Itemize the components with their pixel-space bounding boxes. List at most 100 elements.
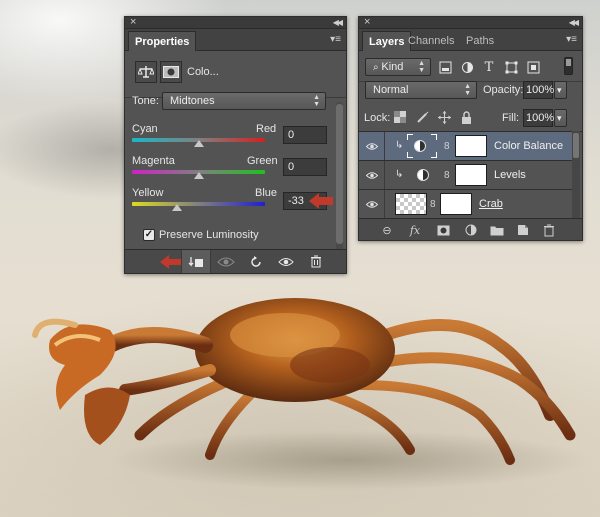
adjustment-title: Colo... <box>187 66 219 78</box>
add-mask-icon <box>437 225 449 235</box>
reset-button[interactable] <box>241 250 271 273</box>
filter-adjustment-icon[interactable] <box>459 60 475 74</box>
view-previous-state-button[interactable] <box>211 250 241 273</box>
clip-to-layer-button[interactable] <box>181 250 211 273</box>
new-layer-button[interactable] <box>515 223 531 237</box>
lock-transparent-icon[interactable] <box>393 110 407 124</box>
adjustment-layer-icon <box>417 169 429 181</box>
annotation-arrow-icon <box>309 193 333 209</box>
tab-paths[interactable]: Paths <box>460 31 500 51</box>
magenta-green-value[interactable]: 0 <box>283 158 327 176</box>
delete-adjustment-button[interactable] <box>301 250 331 273</box>
toggle-visibility-button[interactable] <box>271 250 301 273</box>
lock-image-pixels-icon[interactable] <box>415 110 429 124</box>
reset-icon <box>251 255 261 267</box>
yellow-label: Yellow <box>132 187 164 199</box>
layer-visibility-toggle[interactable] <box>359 132 385 160</box>
adjustment-circle-icon <box>465 224 477 236</box>
adjustment-layer-icon <box>414 140 426 152</box>
opacity-dropdown[interactable]: ▾ <box>554 81 567 99</box>
adjustment-icon[interactable] <box>135 61 157 83</box>
filter-smart-object-icon[interactable] <box>525 60 541 74</box>
layer-visibility-toggle[interactable] <box>359 161 385 189</box>
properties-scrollbar[interactable] <box>336 102 343 252</box>
select-arrows-icon: ▲ ▼ <box>313 94 320 108</box>
crab-image <box>32 298 576 465</box>
layer-name[interactable]: Crab <box>479 198 503 210</box>
cyan-label: Cyan <box>132 123 158 135</box>
folder-icon <box>490 226 504 235</box>
layers-footer: ⊖ fx <box>359 218 582 240</box>
tab-properties[interactable]: Properties <box>128 31 197 51</box>
filter-kind-value: Kind <box>381 61 404 73</box>
link-chain-icon: 8 <box>444 141 450 152</box>
new-adjustment-layer-button[interactable] <box>463 223 479 237</box>
filter-toggle[interactable] <box>564 57 573 75</box>
layer-row-color-balance[interactable]: ↳ 8 Color Balance <box>359 132 572 161</box>
blend-mode-select[interactable]: Normal ▲ ▼ <box>365 81 477 99</box>
filter-kind-select[interactable]: ⌕ Kind ▲ ▼ <box>365 58 431 76</box>
clipping-arrow-icon: ↳ <box>395 140 404 151</box>
filter-pixel-icon[interactable] <box>437 60 453 74</box>
dropdown-arrow-icon: ▾ <box>557 85 562 95</box>
layer-mask-thumbnail[interactable] <box>455 164 487 186</box>
selection-corner <box>431 152 437 158</box>
tone-select[interactable]: Midtones ▲ ▼ <box>162 92 326 110</box>
layers-tab-row: Layers Channels Paths ▾≡ <box>359 29 582 51</box>
layer-name[interactable]: Color Balance <box>494 140 563 152</box>
fill-field[interactable]: 100% <box>523 109 554 127</box>
properties-tab-row: Properties ▾≡ <box>125 29 346 51</box>
clipping-arrow-icon: ↳ <box>395 169 404 180</box>
properties-menu-icon[interactable]: ▾≡ <box>330 34 341 45</box>
fx-icon: fx <box>409 223 421 237</box>
lock-label: Lock: <box>364 112 391 124</box>
fill-label: Fill: <box>502 112 520 124</box>
layers-collapse-icon[interactable]: ◀◀ <box>569 17 579 29</box>
balance-scale-icon <box>138 66 154 78</box>
magenta-label: Magenta <box>132 155 175 167</box>
filter-shape-icon[interactable] <box>503 60 519 74</box>
magenta-green-thumb[interactable] <box>193 172 204 179</box>
layer-style-button[interactable]: fx <box>407 223 423 237</box>
layer-name[interactable]: Levels <box>494 169 526 181</box>
layer-mask-thumbnail[interactable] <box>440 193 472 215</box>
lock-all-icon[interactable] <box>459 110 473 124</box>
layer-thumbnail[interactable] <box>395 193 427 215</box>
filter-type-icon[interactable]: T <box>481 60 497 75</box>
mask-icon[interactable] <box>160 61 182 83</box>
layer-mask-thumbnail[interactable] <box>455 135 487 157</box>
preserve-luminosity-checkbox[interactable]: ✓ <box>143 229 155 241</box>
delete-layer-button[interactable] <box>541 223 557 237</box>
link-layers-button[interactable]: ⊖ <box>379 223 395 237</box>
layer-visibility-toggle[interactable] <box>359 190 385 218</box>
lock-position-icon[interactable] <box>437 110 451 124</box>
eye-icon <box>366 172 378 179</box>
selection-corner <box>407 152 413 158</box>
layer-row-levels[interactable]: ↳ 8 Levels <box>359 161 572 190</box>
layer-filter-row: ⌕ Kind ▲ ▼ T <box>359 52 582 82</box>
opacity-label: Opacity: <box>483 84 524 96</box>
yellow-blue-thumb[interactable] <box>172 204 183 211</box>
properties-collapse-icon[interactable]: ◀◀ <box>333 17 343 29</box>
cyan-red-thumb[interactable] <box>193 140 204 147</box>
tab-channels[interactable]: Channels <box>402 31 460 51</box>
layers-close-icon[interactable]: × <box>364 16 370 28</box>
layers-scrollbar[interactable] <box>572 131 580 218</box>
opacity-field[interactable]: 100% <box>523 81 554 99</box>
layer-row-crab[interactable]: 8 Crab <box>359 190 572 219</box>
cyan-red-value[interactable]: 0 <box>283 126 327 144</box>
selection-corner <box>407 134 413 140</box>
trash-icon <box>544 224 554 236</box>
add-mask-button[interactable] <box>435 223 451 237</box>
fill-dropdown[interactable]: ▾ <box>554 109 567 127</box>
tone-value: Midtones <box>170 95 215 107</box>
yellow-blue-slider[interactable] <box>132 202 265 206</box>
link-chain-icon: 8 <box>444 170 450 181</box>
properties-close-icon[interactable]: × <box>130 16 136 28</box>
layers-menu-icon[interactable]: ▾≡ <box>566 34 577 45</box>
layers-titlebar: × ◀◀ <box>359 16 582 29</box>
eye-icon <box>366 201 378 208</box>
red-label: Red <box>256 123 277 135</box>
layer-mask-icon <box>163 66 179 78</box>
new-group-button[interactable] <box>489 223 505 237</box>
